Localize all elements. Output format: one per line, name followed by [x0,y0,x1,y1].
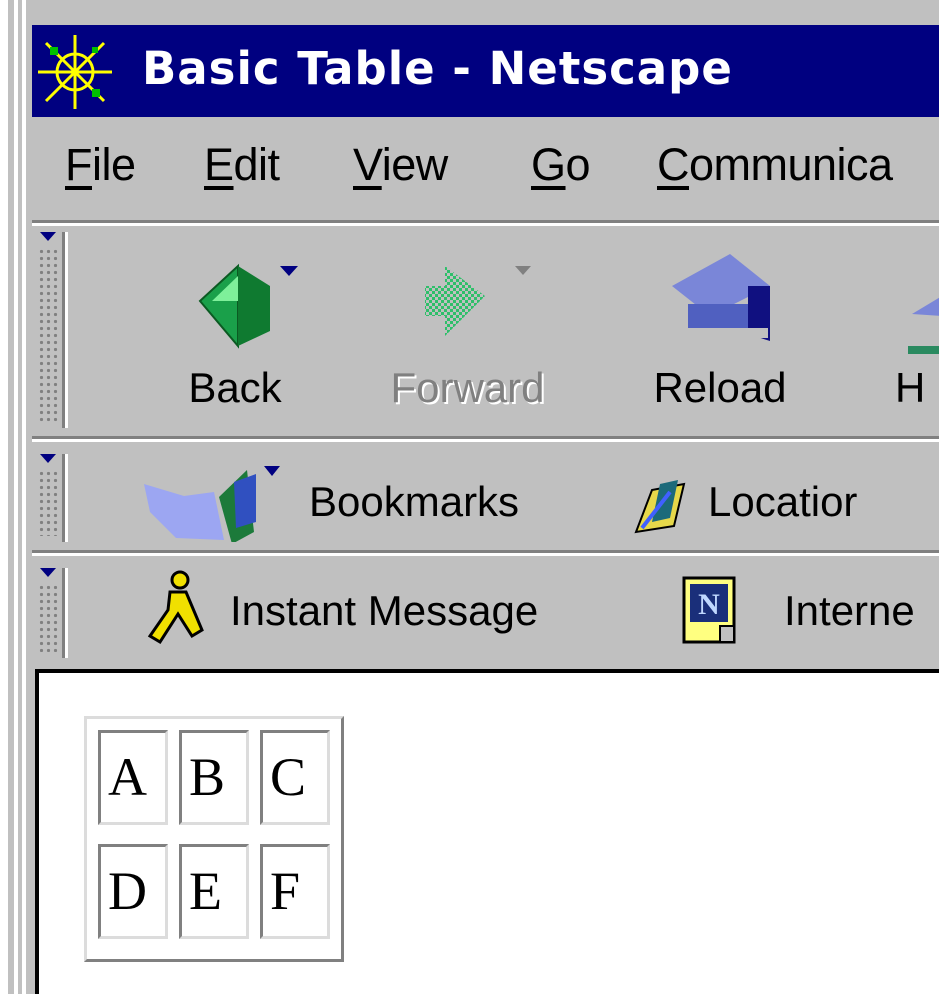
title-bar[interactable]: Basic Table - Netscape [32,25,939,117]
toolbar-grip[interactable] [36,568,68,658]
navigation-toolbar: Back Forward Reload H [32,226,939,436]
menu-bar: File Edit View Go Communica [32,125,939,217]
reload-button[interactable]: Reload [620,226,820,426]
personal-toolbar: Instant Message N Interne [32,556,939,666]
instant-message-icon[interactable] [146,570,206,648]
back-label: Back [188,364,282,411]
back-button[interactable]: Back [160,226,310,426]
table-cell: A [98,730,168,825]
location-toolbar: Bookmarks Locatior [32,442,939,550]
table-cell: E [179,844,249,939]
home-icon [908,297,939,354]
netscape-logo-icon [36,33,114,111]
home-button[interactable]: H [882,226,939,426]
menu-edit[interactable]: Edit [204,135,280,195]
browser-window: Basic Table - Netscape File Edit View Go… [0,0,939,994]
reload-icon [672,254,770,341]
location-page-icon[interactable] [632,480,688,536]
toolbar-grip[interactable] [36,232,68,428]
bookmarks-label[interactable]: Bookmarks [309,477,519,527]
home-label: H [895,364,926,411]
internet-netscape-icon[interactable]: N [680,576,740,646]
menu-communicator[interactable]: Communica [657,135,893,195]
window-left-border [0,0,32,994]
table-cell: B [179,730,249,825]
table-cell: F [260,844,330,939]
window-title: Basic Table - Netscape [142,42,733,95]
forward-label: Forward [390,364,545,411]
table-cell: C [260,730,330,825]
forward-arrow-icon [425,266,531,336]
menu-go[interactable]: Go [531,135,591,195]
instant-message-label[interactable]: Instant Message [230,586,538,636]
basic-table: A B C D E F [84,716,344,962]
reload-label: Reload [653,364,787,411]
table-cell: D [98,844,168,939]
menu-file[interactable]: File [65,135,136,195]
internet-label[interactable]: Interne [784,586,915,636]
forward-button[interactable]: Forward [375,226,560,426]
back-arrow-icon [198,263,298,349]
location-label[interactable]: Locatior [708,477,857,527]
toolbar-grip[interactable] [36,454,68,542]
svg-text:N: N [698,588,720,621]
bookmarks-icon[interactable] [144,462,294,542]
menu-view[interactable]: View [353,135,448,195]
